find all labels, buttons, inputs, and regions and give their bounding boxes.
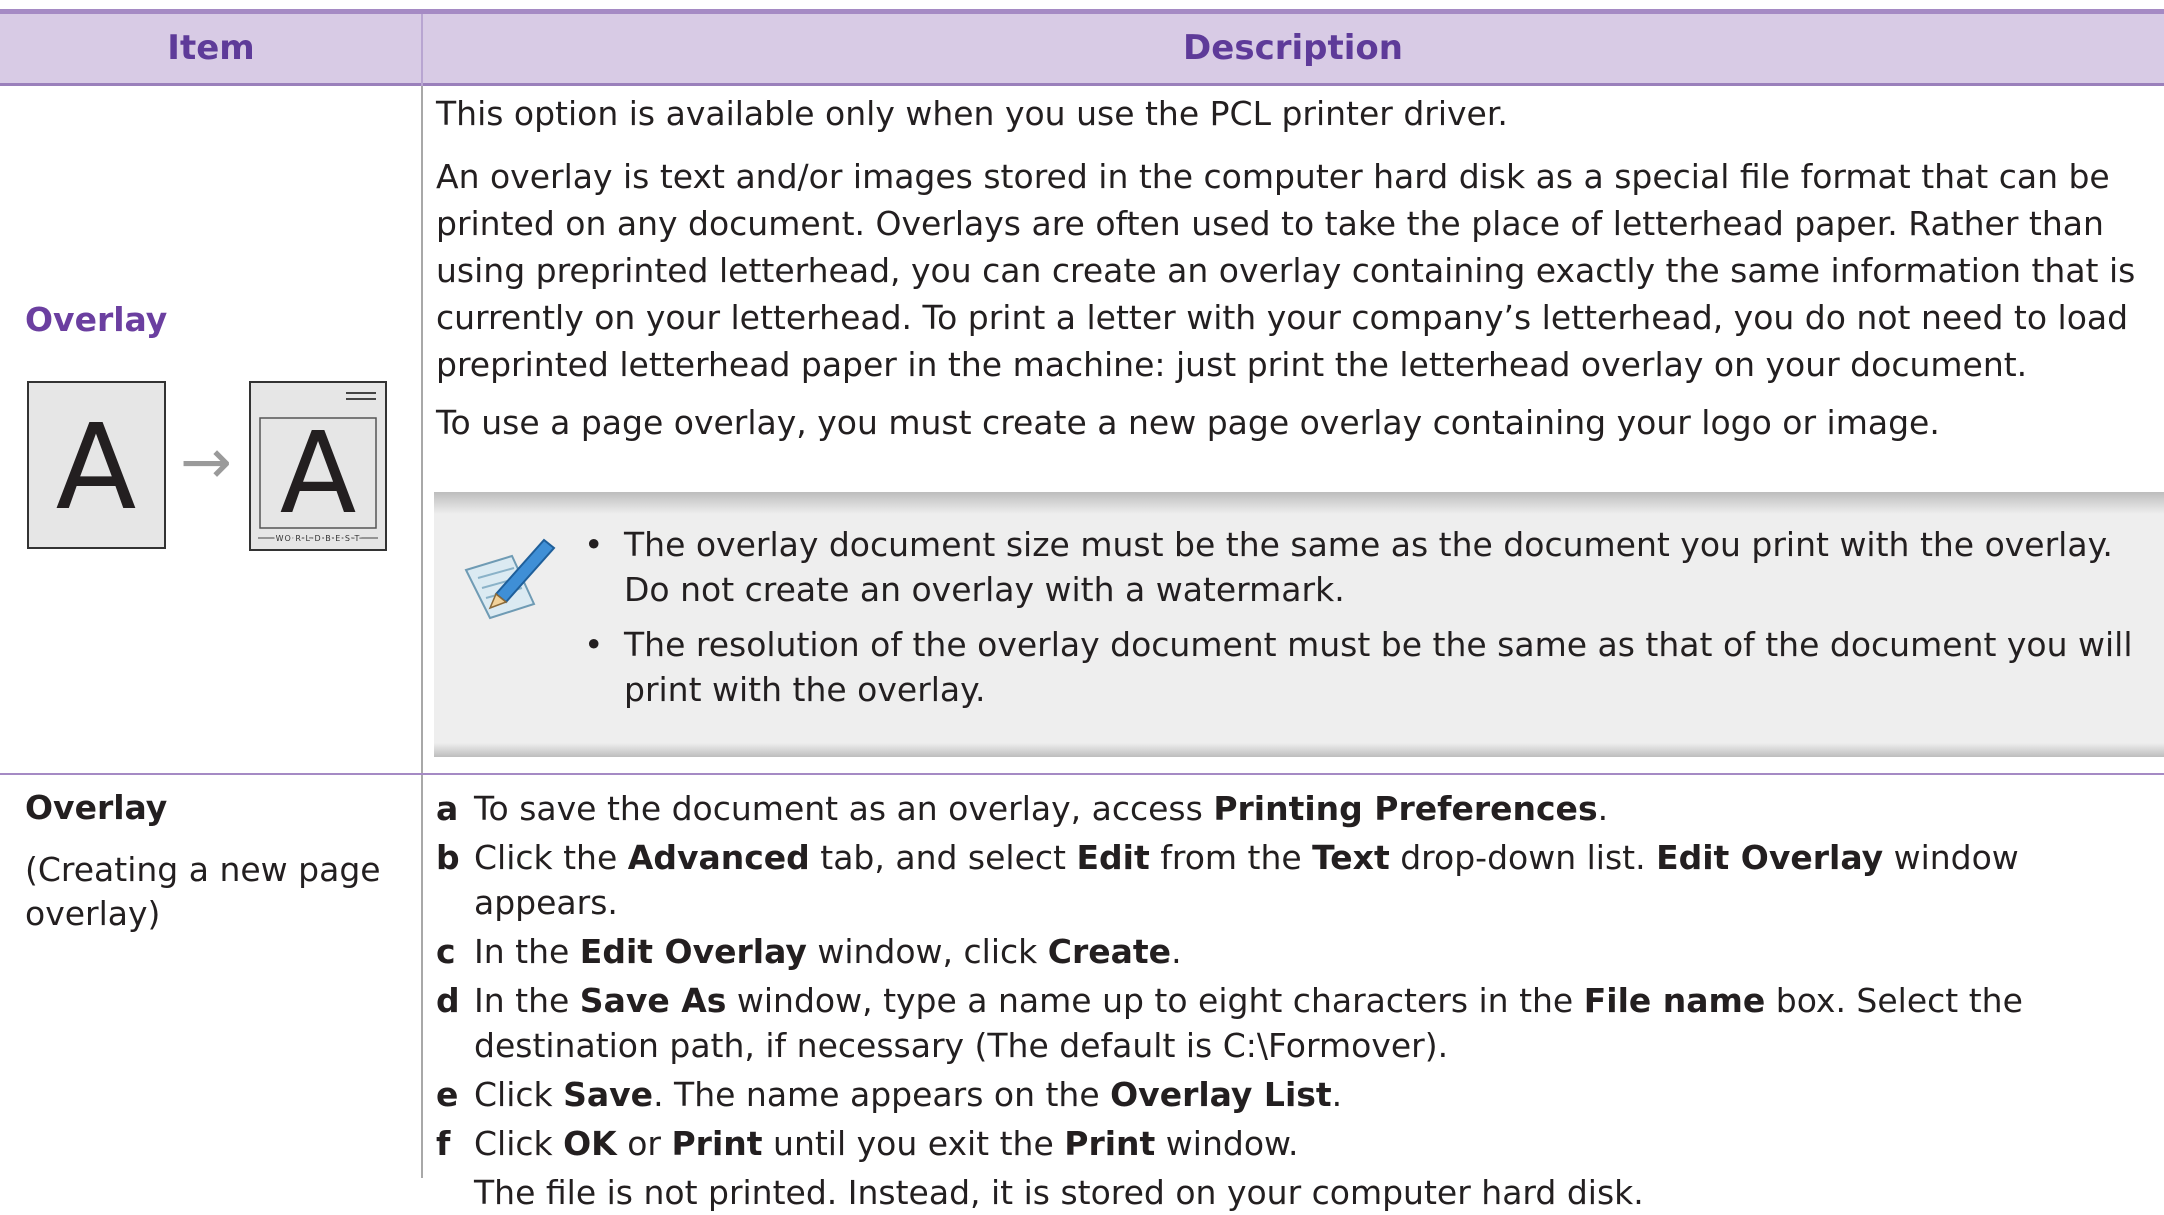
note-bullet-item: • The overlay document size must be the s… — [584, 522, 2159, 612]
step-text: . — [1171, 932, 1182, 971]
overlay-item-title: Overlay — [25, 300, 168, 339]
step-emphasis: Text — [1312, 838, 1390, 877]
step-text: until you exit the — [762, 1124, 1065, 1163]
step-list: a To save the document as an overlay, acc… — [436, 786, 2156, 1215]
step-text: tab, and select — [809, 838, 1077, 877]
step-text: Click the — [474, 838, 628, 877]
row-divider — [0, 773, 2164, 775]
step-item: b Click the Advanced tab, and select Edit… — [436, 835, 2156, 925]
step-text: . — [1331, 1075, 1343, 1114]
item-column-header: Item — [167, 28, 255, 68]
step-text: window, type a name up to eight characte… — [726, 981, 1584, 1020]
overlay-paragraph: An overlay is text and/or images stored … — [436, 157, 2136, 384]
step-emphasis: Advanced — [627, 838, 810, 877]
step-text: Click — [474, 1075, 564, 1114]
overlay-illustration: A → A WO R L D B E S T — [27, 381, 387, 551]
step-item: d In the Save As window, type a name up t… — [436, 978, 2156, 1068]
note-pencil-icon — [464, 538, 556, 620]
step-emphasis: Print — [671, 1124, 763, 1163]
step-text: . The name appears on the — [653, 1075, 1111, 1114]
overlay-paragraph: To use a page overlay, you must create a… — [436, 403, 1940, 442]
note-bullet-list: • The overlay document size must be the s… — [584, 522, 2159, 722]
step-item: f Click OK or Print until you exit the Pr… — [436, 1121, 2156, 1166]
step-item: c In the Edit Overlay window, click Creat… — [436, 929, 2156, 974]
header-column-divider — [421, 14, 423, 86]
step-text: window, click — [806, 932, 1048, 971]
step-final-note: The file is not printed. Instead, it is … — [474, 1173, 1644, 1212]
step-emphasis: File name — [1583, 981, 1766, 1020]
bullet-icon: • — [584, 525, 604, 564]
document-page: Item Description Overlay A → A WO R L D … — [0, 0, 2164, 1212]
bullet-icon: • — [584, 625, 604, 664]
step-emphasis: Save — [563, 1075, 654, 1114]
description-column-header: Description — [1183, 28, 1403, 68]
step-letter: c — [436, 932, 456, 971]
plain-page-letter: A — [56, 398, 137, 536]
step-text: window. — [1155, 1124, 1299, 1163]
step-emphasis: Save As — [579, 981, 727, 1020]
step-emphasis: Overlay List — [1110, 1075, 1332, 1114]
step-letter: b — [436, 838, 460, 877]
step-text: In the — [474, 981, 580, 1020]
step-letter: f — [436, 1124, 451, 1163]
body-column-divider — [421, 86, 423, 1178]
step-text: drop-down list. — [1389, 838, 1657, 877]
note-box: • The overlay document size must be the s… — [434, 492, 2164, 757]
create-item-title: Overlay — [25, 788, 168, 827]
step-text: In the — [474, 932, 580, 971]
overlay-paragraph: This option is available only when you u… — [436, 94, 1508, 133]
step-emphasis: Edit Overlay — [579, 932, 807, 971]
step-letter: e — [436, 1075, 459, 1114]
overlay-page-letter: A — [280, 409, 357, 539]
step-text: . — [1597, 789, 1609, 828]
step-emphasis: Create — [1047, 932, 1172, 971]
step-emphasis: Edit — [1076, 838, 1150, 877]
step-text: Click — [474, 1124, 564, 1163]
step-item: e Click Save. The name appears on the Ove… — [436, 1072, 2156, 1117]
step-text: To save the document as an overlay, acce… — [474, 789, 1214, 828]
step-emphasis: Edit Overlay — [1656, 838, 1884, 877]
create-item-subtitle: (Creating a new page overlay) — [25, 850, 381, 933]
note-bullet-item: • The resolution of the overlay document … — [584, 622, 2159, 712]
step-letter: d — [436, 981, 460, 1020]
overlay-footer-text: WO R L D B E S T — [276, 534, 361, 543]
arrow-right-icon: → — [180, 425, 232, 498]
step-emphasis: Printing Preferences — [1213, 789, 1598, 828]
table-header-row: Item Description — [0, 14, 2164, 86]
step-emphasis: OK — [563, 1124, 617, 1163]
step-letter: a — [436, 789, 459, 828]
step-text: from the — [1149, 838, 1313, 877]
step-text: or — [616, 1124, 672, 1163]
step-item: a To save the document as an overlay, acc… — [436, 786, 2156, 831]
step-emphasis: Print — [1064, 1124, 1156, 1163]
